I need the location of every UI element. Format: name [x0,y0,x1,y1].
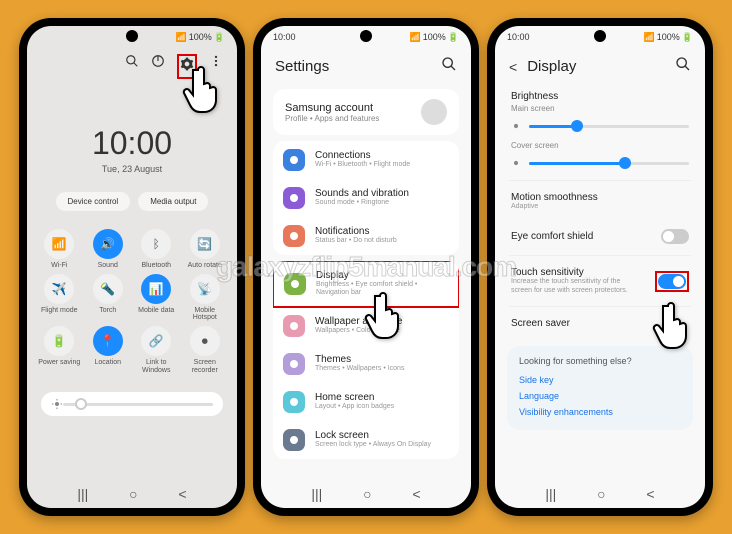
nav-home[interactable]: ○ [363,486,371,502]
qs-location[interactable]: 📍Location [86,326,131,374]
touch-sensitivity-toggle[interactable] [658,274,686,289]
qs-mobile-hotspot[interactable]: 📡Mobile Hotspot [183,274,228,322]
qs-link-to-windows[interactable]: 🔗Link to Windows [134,326,179,374]
brightness-heading: Brightness [495,89,705,104]
motion-smoothness-row[interactable]: Motion smoothnessAdaptive [495,183,705,220]
nav-bar: ||| ○ < [261,486,471,502]
touch-sensitivity-row[interactable]: Touch sensitivityIncrease the touch sens… [495,258,705,304]
back-button[interactable]: < [509,59,517,75]
samsung-account-card[interactable]: Samsung account Profile • Apps and featu… [273,89,459,135]
qs-screen-recorder[interactable]: ⏺Screen recorder [183,326,228,374]
qs-power-saving[interactable]: 🔋Power saving [37,326,82,374]
quick-settings-grid: 📶Wi-Fi🔊SoundᛒBluetooth🔄Auto rotate ✈️Flig… [27,219,237,384]
looking-for-card: Looking for something else? Side key Lan… [507,346,693,430]
pointer-hand-icon [649,300,691,355]
cover-brightness-slider[interactable] [495,156,705,178]
pointer-hand-icon [361,290,403,345]
page-title: Display [527,58,576,75]
brightness-slider[interactable] [41,392,223,416]
avatar [421,99,447,125]
side-key-link[interactable]: Side key [519,372,681,388]
settings-item-sounds-and-vibration[interactable]: Sounds and vibrationSound mode • Rington… [273,179,459,217]
main-brightness-slider[interactable] [495,119,705,141]
nav-recent[interactable]: ||| [77,486,88,502]
settings-item-lock-screen[interactable]: Lock screenScreen lock type • Always On … [273,421,459,459]
qs-torch[interactable]: 🔦Torch [86,274,131,322]
search-icon[interactable] [675,56,691,77]
nav-home[interactable]: ○ [129,486,137,502]
camera-notch [126,30,138,42]
page-title: Settings [275,58,329,75]
settings-item-themes[interactable]: ThemesThemes • Wallpapers • Icons [273,345,459,383]
qs-mobile-data[interactable]: 📊Mobile data [134,274,179,322]
qs-wi-fi[interactable]: 📶Wi-Fi [37,229,82,270]
qs-flight-mode[interactable]: ✈️Flight mode [37,274,82,322]
qs-auto-rotate[interactable]: 🔄Auto rotate [183,229,228,270]
language-link[interactable]: Language [519,388,681,404]
power-icon[interactable] [151,54,165,79]
nav-recent[interactable]: ||| [545,486,556,502]
visibility-link[interactable]: Visibility enhancements [519,404,681,420]
settings-item-notifications[interactable]: NotificationsStatus bar • Do not disturb [273,217,459,255]
eye-comfort-row[interactable]: Eye comfort shield [495,220,705,253]
phone-display-settings: 10:00 📶100%🔋 < Display Brightness Main s… [487,18,713,516]
settings-list: ConnectionsWi-Fi • Bluetooth • Flight mo… [273,141,459,255]
media-output-chip[interactable]: Media output [138,192,208,211]
camera-notch [360,30,372,42]
pointer-hand-icon [179,64,221,119]
nav-bar: ||| ○ < [495,486,705,502]
phone-settings-list: 10:00 📶100%🔋 Settings Samsung account Pr… [253,18,479,516]
nav-back[interactable]: < [412,486,420,502]
nav-bar: ||| ○ < [27,486,237,502]
phone-quicksettings: 📶100%🔋 10:00 Tue, 23 August Device contr… [19,18,245,516]
nav-home[interactable]: ○ [597,486,605,502]
nav-recent[interactable]: ||| [311,486,322,502]
camera-notch [594,30,606,42]
device-control-chip[interactable]: Device control [56,192,131,211]
settings-item-home-screen[interactable]: Home screenLayout • App icon badges [273,383,459,421]
search-icon[interactable] [441,56,457,77]
qs-bluetooth[interactable]: ᛒBluetooth [134,229,179,270]
nav-back[interactable]: < [646,486,654,502]
nav-back[interactable]: < [178,486,186,502]
qs-sound[interactable]: 🔊Sound [86,229,131,270]
eye-comfort-toggle[interactable] [661,229,689,244]
search-icon[interactable] [125,54,139,79]
clock-widget: 10:00 Tue, 23 August [27,125,237,174]
settings-item-connections[interactable]: ConnectionsWi-Fi • Bluetooth • Flight mo… [273,141,459,179]
